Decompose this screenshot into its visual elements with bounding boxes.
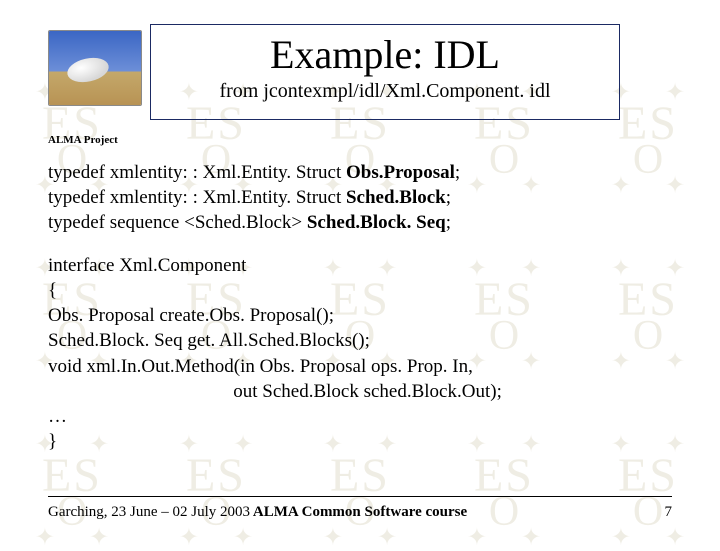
footer-divider	[48, 496, 672, 497]
footer: Garching, 23 June – 02 July 2003 ALMA Co…	[48, 504, 672, 521]
blank-line	[48, 235, 672, 253]
slide-title: Example: IDL	[151, 31, 619, 78]
slide-body: typedef xmlentity: : Xml.Entity. Struct …	[48, 160, 672, 454]
code-line: typedef xmlentity: : Xml.Entity. Struct …	[48, 160, 672, 185]
code-line: Obs. Proposal create.Obs. Proposal();	[48, 303, 672, 328]
slide-number: 7	[665, 504, 673, 521]
code-line: void xml.In.Out.Method(in Obs. Proposal …	[48, 354, 672, 379]
code-line: interface Xml.Component	[48, 253, 672, 278]
slide-subtitle: from jcontexmpl/idl/Xml.Component. idl	[151, 80, 619, 103]
code-line: out Sched.Block sched.Block.Out);	[48, 379, 672, 404]
code-line: {	[48, 278, 672, 303]
code-line: }	[48, 429, 672, 454]
project-label: ALMA Project	[48, 134, 118, 146]
code-line: typedef xmlentity: : Xml.Entity. Struct …	[48, 185, 672, 210]
alma-logo	[48, 30, 142, 106]
code-line: Sched.Block. Seq get. All.Sched.Blocks()…	[48, 328, 672, 353]
code-line: typedef sequence <Sched.Block> Sched.Blo…	[48, 210, 672, 235]
title-box: Example: IDL from jcontexmpl/idl/Xml.Com…	[150, 24, 620, 120]
code-line: …	[48, 404, 672, 429]
footer-center: ALMA Common Software course	[48, 504, 672, 521]
